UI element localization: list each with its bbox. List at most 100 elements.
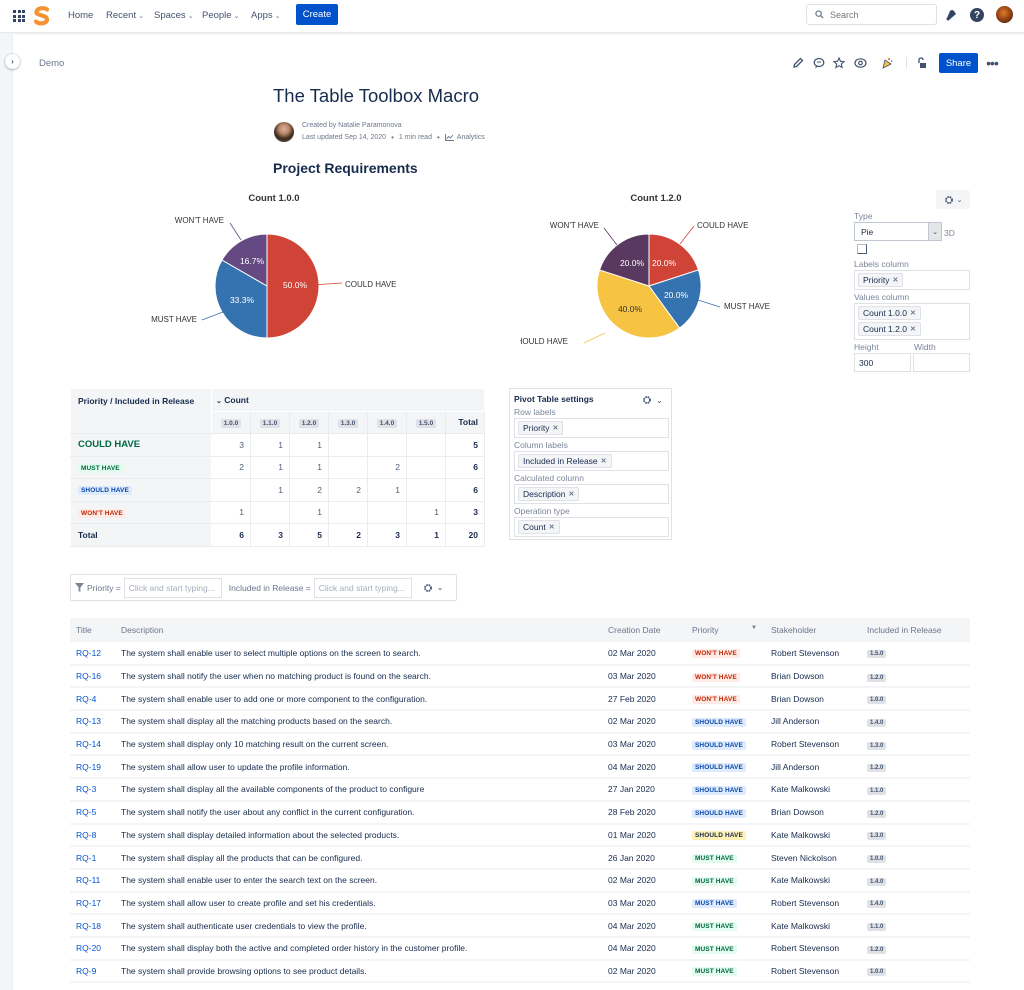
requirement-title-link[interactable]: RQ-13 bbox=[70, 710, 115, 734]
requirement-title-link[interactable]: RQ-8 bbox=[70, 823, 115, 848]
requirement-title-link[interactable]: RQ-12 bbox=[70, 642, 115, 666]
search-input[interactable] bbox=[830, 9, 930, 20]
requirement-title-link[interactable]: RQ-11 bbox=[70, 868, 115, 893]
values-column-tag[interactable]: Count 1.0.0 ✕ bbox=[858, 306, 921, 320]
column-header-priority[interactable]: Priority ▼ bbox=[686, 618, 765, 642]
requirement-title-link[interactable]: RQ-14 bbox=[70, 732, 115, 757]
pivot-group-label: Count bbox=[224, 394, 249, 405]
slice-category-label: MUST HAVE bbox=[151, 315, 197, 324]
requirement-title-link[interactable]: RQ-18 bbox=[70, 914, 115, 938]
remove-icon[interactable]: ✕ bbox=[552, 424, 558, 432]
requirement-title-link[interactable]: RQ-5 bbox=[70, 800, 115, 825]
table-row[interactable]: RQ-8 The system shall display detailed in… bbox=[70, 823, 970, 848]
confetti-icon[interactable] bbox=[879, 55, 895, 71]
help-icon[interactable]: ? bbox=[970, 8, 984, 22]
remove-icon[interactable]: ✕ bbox=[910, 309, 916, 317]
table-row[interactable]: RQ-5 The system shall notify the user abo… bbox=[70, 800, 970, 825]
table-row[interactable]: RQ-19 The system shall allow user to upda… bbox=[70, 755, 970, 780]
table-row[interactable]: RQ-14 The system shall display only 10 ma… bbox=[70, 732, 970, 757]
requirement-title-link[interactable]: RQ-4 bbox=[70, 687, 115, 712]
pivot-group-header[interactable]: ⌄ Count bbox=[211, 388, 485, 412]
table-row[interactable]: RQ-12 The system shall enable user to sel… bbox=[70, 642, 970, 666]
nav-apps[interactable]: Apps ⌄ bbox=[251, 10, 281, 21]
comment-icon[interactable] bbox=[811, 55, 827, 71]
remove-icon[interactable]: ✕ bbox=[910, 325, 916, 333]
author-avatar[interactable] bbox=[274, 122, 294, 142]
column-header-creation-date[interactable]: Creation Date bbox=[602, 618, 686, 642]
priority-status-badge: WON'T HAVE bbox=[692, 649, 740, 659]
requirement-title-link[interactable]: RQ-19 bbox=[70, 755, 115, 780]
table-row[interactable]: RQ-16 The system shall notify the user wh… bbox=[70, 664, 970, 689]
requirement-title-link[interactable]: RQ-9 bbox=[70, 959, 115, 984]
restrictions-icon[interactable] bbox=[914, 55, 930, 71]
pivot-row-label-cell: SHOULD HAVE bbox=[70, 478, 212, 502]
notifications-icon[interactable] bbox=[943, 7, 959, 23]
breadcrumb[interactable]: Demo bbox=[39, 58, 64, 69]
height-input[interactable]: 300 bbox=[854, 353, 911, 372]
requirement-title-link[interactable]: RQ-17 bbox=[70, 891, 115, 916]
column-header-release[interactable]: Included in Release bbox=[861, 618, 970, 642]
table-row[interactable]: RQ-3 The system shall display all the ava… bbox=[70, 778, 970, 802]
table-row[interactable]: RQ-1 The system shall display all the pro… bbox=[70, 846, 970, 870]
column-header-stakeholder[interactable]: Stakeholder bbox=[765, 618, 861, 642]
release-version-tag: 1.1.0 bbox=[867, 786, 887, 795]
calculated-column-tag[interactable]: Description ✕ bbox=[518, 487, 580, 501]
requirement-title-link[interactable]: RQ-1 bbox=[70, 846, 115, 870]
remove-icon[interactable]: ✕ bbox=[549, 523, 555, 531]
requirement-title-link[interactable]: RQ-20 bbox=[70, 936, 115, 961]
remove-icon[interactable]: ✕ bbox=[892, 276, 898, 284]
table-row[interactable]: RQ-13 The system shall display all the ma… bbox=[70, 710, 970, 734]
filter-settings-button[interactable]: ⌄ bbox=[423, 583, 443, 593]
created-by: Created by Natalie Paramonova bbox=[302, 122, 402, 129]
values-column-tag[interactable]: Count 1.2.0 ✕ bbox=[858, 322, 921, 336]
release-filter-input[interactable] bbox=[313, 577, 412, 598]
search-field[interactable] bbox=[806, 4, 937, 25]
calculated-column-field[interactable]: Description ✕ bbox=[514, 484, 669, 504]
table-row[interactable]: RQ-11 The system shall enable user to ent… bbox=[70, 868, 970, 893]
analytics-icon bbox=[444, 134, 454, 141]
values-column-field[interactable]: Count 1.0.0 ✕ Count 1.2.0 ✕ bbox=[854, 303, 970, 340]
edit-icon[interactable] bbox=[790, 55, 806, 71]
nav-home[interactable]: Home bbox=[68, 10, 93, 21]
table-row[interactable]: RQ-20 The system shall display both the a… bbox=[70, 936, 970, 961]
table-row[interactable]: RQ-17 The system shall allow user to crea… bbox=[70, 891, 970, 916]
labels-column-tag[interactable]: Priority ✕ bbox=[858, 273, 904, 287]
table-row[interactable]: RQ-18 The system shall authenticate user … bbox=[70, 914, 970, 938]
create-button[interactable]: Create bbox=[296, 4, 338, 25]
chart-type-select[interactable]: Pie ⌄ bbox=[854, 222, 942, 241]
column-header-title[interactable]: Title bbox=[70, 618, 115, 642]
chart-settings-button[interactable]: ⌄ bbox=[936, 190, 970, 209]
table-row[interactable]: RQ-4 The system shall enable user to add … bbox=[70, 687, 970, 712]
row-labels-field[interactable]: Priority ✕ bbox=[514, 418, 669, 438]
table-row[interactable]: RQ-9 The system shall provide browsing op… bbox=[70, 959, 970, 984]
requirement-title-link[interactable]: RQ-16 bbox=[70, 664, 115, 689]
column-header-description[interactable]: Description bbox=[115, 618, 602, 642]
app-switcher-icon[interactable] bbox=[13, 10, 25, 22]
nav-recent[interactable]: Recent ⌄ bbox=[106, 10, 144, 21]
analytics-link[interactable]: Analytics bbox=[444, 134, 485, 141]
column-labels-tag[interactable]: Included in Release ✕ bbox=[518, 454, 612, 468]
pivot-value-cell bbox=[250, 500, 290, 524]
pivot-settings-button[interactable]: ⌄ bbox=[642, 395, 663, 405]
operation-type-tag[interactable]: Count ✕ bbox=[518, 520, 560, 534]
width-input[interactable] bbox=[913, 353, 970, 372]
pivot-column-header: 1.5.0 bbox=[406, 410, 446, 434]
star-icon[interactable] bbox=[831, 55, 847, 71]
operation-type-field[interactable]: Count ✕ bbox=[514, 517, 669, 537]
nav-spaces[interactable]: Spaces ⌄ bbox=[154, 10, 194, 21]
nav-people[interactable]: People ⌄ bbox=[202, 10, 239, 21]
user-avatar[interactable] bbox=[996, 6, 1013, 23]
confluence-logo[interactable] bbox=[33, 6, 51, 26]
remove-icon[interactable]: ✕ bbox=[569, 490, 575, 498]
requirement-title-link[interactable]: RQ-3 bbox=[70, 778, 115, 802]
priority-filter-input[interactable] bbox=[123, 577, 222, 598]
watch-icon[interactable] bbox=[852, 55, 868, 71]
row-labels-tag[interactable]: Priority ✕ bbox=[518, 421, 564, 435]
more-actions-icon[interactable]: ••• bbox=[984, 55, 1000, 71]
share-button[interactable]: Share bbox=[939, 53, 978, 73]
expand-sidebar-button[interactable]: › bbox=[5, 54, 20, 69]
column-labels-field[interactable]: Included in Release ✕ bbox=[514, 451, 669, 471]
remove-icon[interactable]: ✕ bbox=[601, 457, 607, 465]
labels-column-field[interactable]: Priority ✕ bbox=[854, 270, 970, 290]
three-d-checkbox[interactable] bbox=[857, 244, 867, 254]
